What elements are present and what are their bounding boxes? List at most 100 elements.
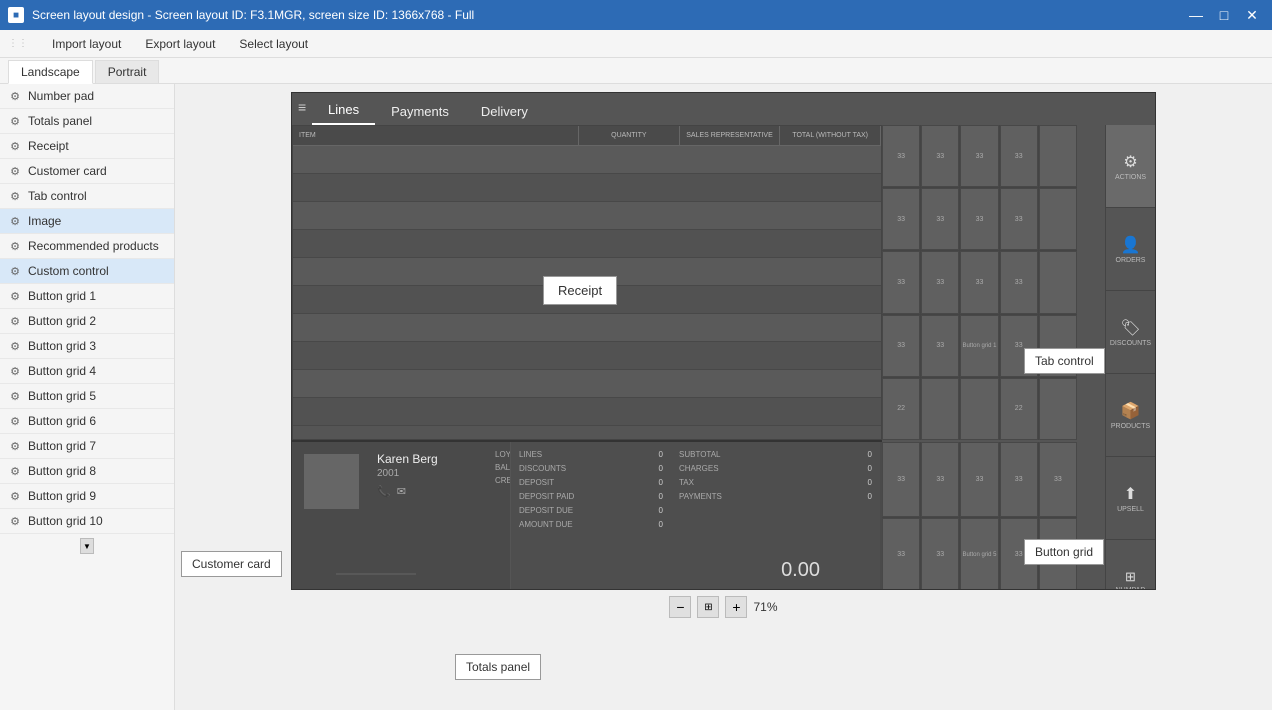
grid-cell[interactable]: 33: [882, 518, 920, 591]
totals-row-deposit-due: DEPOSIT DUE 0: [519, 506, 663, 515]
sidebar-item-button-grid-4[interactable]: ⚙ Button grid 4: [0, 359, 174, 384]
grid-cell: [1039, 251, 1077, 313]
grid-cell[interactable]: 33: [1000, 125, 1038, 187]
sidebar-item-receipt[interactable]: ⚙ Receipt: [0, 134, 174, 159]
totals-left: LINES 0 DISCOUNTS 0 DEPOSIT 0 DEPOSIT: [511, 442, 671, 590]
table-row: [293, 342, 881, 370]
menu-import-layout[interactable]: Import layout: [48, 33, 125, 55]
grid-cell[interactable]: 33: [1000, 442, 1038, 517]
action-button-upsell[interactable]: ⬆ UPSELL: [1106, 457, 1155, 540]
grid-cell[interactable]: 33: [960, 188, 998, 250]
zoom-level: 71%: [753, 600, 777, 614]
grid-cell[interactable]: 33: [1000, 251, 1038, 313]
grid-cell[interactable]: 33: [882, 442, 920, 517]
gear-icon: ⚙: [8, 364, 22, 378]
tab-landscape[interactable]: Landscape: [8, 60, 93, 84]
sidebar-item-recommended-products[interactable]: ⚙ Recommended products: [0, 234, 174, 259]
totals-panel-callout: Totals panel: [455, 654, 541, 680]
menu-export-layout[interactable]: Export layout: [141, 33, 219, 55]
screen-tab-payments[interactable]: Payments: [375, 98, 465, 125]
grid-cell[interactable]: 33: [921, 188, 959, 250]
grid-cell[interactable]: 33: [921, 442, 959, 517]
action-button-products[interactable]: 📦 PRODUCTS: [1106, 374, 1155, 457]
grid-cell[interactable]: 33: [960, 251, 998, 313]
upsell-icon: ⬆: [1124, 484, 1137, 504]
menu-select-layout[interactable]: Select layout: [235, 33, 312, 55]
customer-info: Karen Berg 2001 📞 ✉: [371, 442, 491, 590]
sidebar-item-customer-card[interactable]: ⚙ Customer card: [0, 159, 174, 184]
action-button-actions[interactable]: ⚙ ACTIONS: [1106, 125, 1155, 208]
sidebar-item-button-grid-3[interactable]: ⚙ Button grid 3: [0, 334, 174, 359]
table-row: [293, 230, 881, 258]
totals-row-deposit: DEPOSIT 0: [519, 478, 663, 487]
close-button[interactable]: ✕: [1240, 5, 1264, 25]
grid-cell[interactable]: 33: [882, 251, 920, 313]
zoom-bar: − ⊞ + 71%: [669, 596, 777, 618]
grid-cell[interactable]: 33: [921, 125, 959, 187]
grid-cell[interactable]: 22: [1000, 378, 1038, 440]
sidebar-item-tab-control[interactable]: ⚙ Tab control: [0, 184, 174, 209]
gear-icon: ⚙: [8, 464, 22, 478]
grid-cell[interactable]: 33: [960, 442, 998, 517]
sidebar-item-button-grid-2[interactable]: ⚙ Button grid 2: [0, 309, 174, 334]
sidebar-item-button-grid-10[interactable]: ⚙ Button grid 10: [0, 509, 174, 534]
grid-cell[interactable]: 33: [921, 518, 959, 591]
sidebar-item-button-grid-5[interactable]: ⚙ Button grid 5: [0, 384, 174, 409]
tab-portrait[interactable]: Portrait: [95, 60, 160, 83]
title-bar-text: Screen layout design - Screen layout ID:…: [32, 8, 1184, 22]
sidebar-item-number-pad[interactable]: ⚙ Number pad: [0, 84, 174, 109]
hamburger-icon[interactable]: ≡: [298, 99, 306, 115]
action-button-numpad[interactable]: ⊞ NUMPAD: [1106, 540, 1155, 590]
sidebar-item-button-grid-7[interactable]: ⚙ Button grid 7: [0, 434, 174, 459]
grid-cell[interactable]: Button grid 5: [960, 518, 998, 591]
button-grid-callout-container: Button grid: [1024, 551, 1084, 553]
grid-cell[interactable]: 33: [960, 125, 998, 187]
grid-cell[interactable]: 22: [882, 378, 920, 440]
screen-tab-delivery[interactable]: Delivery: [465, 98, 544, 125]
canvas-area: ≡ Lines Payments Delivery ITEM QUANTITY …: [175, 84, 1272, 710]
title-bar-controls: — □ ✕: [1184, 5, 1264, 25]
sidebar-item-button-grid-9[interactable]: ⚙ Button grid 9: [0, 484, 174, 509]
grid-cell[interactable]: 33: [882, 125, 920, 187]
minimize-button[interactable]: —: [1184, 5, 1208, 25]
grid-cell[interactable]: 33: [882, 188, 920, 250]
sidebar-item-button-grid-6[interactable]: ⚙ Button grid 6: [0, 409, 174, 434]
customer-id: 2001: [377, 468, 485, 479]
action-label: UPSELL: [1117, 506, 1144, 513]
zoom-out-button[interactable]: −: [669, 596, 691, 618]
screen-preview: ≡ Lines Payments Delivery ITEM QUANTITY …: [291, 92, 1156, 590]
action-button-discounts[interactable]: 🏷 DISCOUNTS: [1106, 291, 1155, 374]
grid-cell[interactable]: Button grid 1: [960, 315, 998, 377]
grid-cell[interactable]: 33: [882, 315, 920, 377]
tab-control-callout: Tab control: [1024, 348, 1105, 374]
zoom-in-button[interactable]: +: [725, 596, 747, 618]
bottom-grids: 33 33 33 33 33 33 33 Button grid 5 33 33: [882, 442, 1077, 590]
receipt-label: Receipt: [543, 276, 617, 305]
zoom-fit-button[interactable]: ⊞: [697, 596, 719, 618]
sidebar-item-custom-control[interactable]: ⚙ Custom control: [0, 259, 174, 284]
grid-cell[interactable]: 33: [1039, 442, 1077, 517]
grid-cell[interactable]: 33: [921, 251, 959, 313]
sidebar-item-image[interactable]: ⚙ Image: [0, 209, 174, 234]
totals-row-lines: LINES 0: [519, 450, 663, 459]
maximize-button[interactable]: □: [1212, 5, 1236, 25]
totals-row-tax: TAX 0: [679, 478, 872, 487]
action-label: NUMPAD: [1116, 587, 1146, 591]
sidebar-item-button-grid-8[interactable]: ⚙ Button grid 8: [0, 459, 174, 484]
grid-cell[interactable]: 33: [921, 315, 959, 377]
email-icon: ✉: [397, 485, 406, 498]
gear-icon: ⚙: [8, 289, 22, 303]
gear-icon: ⚙: [8, 89, 22, 103]
sidebar-item-button-grid-1[interactable]: ⚙ Button grid 1: [0, 284, 174, 309]
customer-avatar: [304, 454, 359, 509]
action-button-orders[interactable]: 👤 ORDERS: [1106, 208, 1155, 291]
screen-tab-lines[interactable]: Lines: [312, 96, 375, 125]
sidebar-scroll-down[interactable]: ▼: [80, 538, 94, 554]
action-label: DISCOUNTS: [1110, 340, 1151, 347]
button-grid-callout: Button grid: [1024, 539, 1104, 565]
sidebar-item-totals-panel[interactable]: ⚙ Totals panel: [0, 109, 174, 134]
totals-row-payments: PAYMENTS 0: [679, 492, 872, 501]
grid-cell[interactable]: 33: [1000, 188, 1038, 250]
totals-row-amount-due: AMOUNT DUE 0: [519, 520, 663, 529]
receipt-area: ITEM QUANTITY SALES REPRESENTATIVE TOTAL…: [292, 125, 882, 440]
